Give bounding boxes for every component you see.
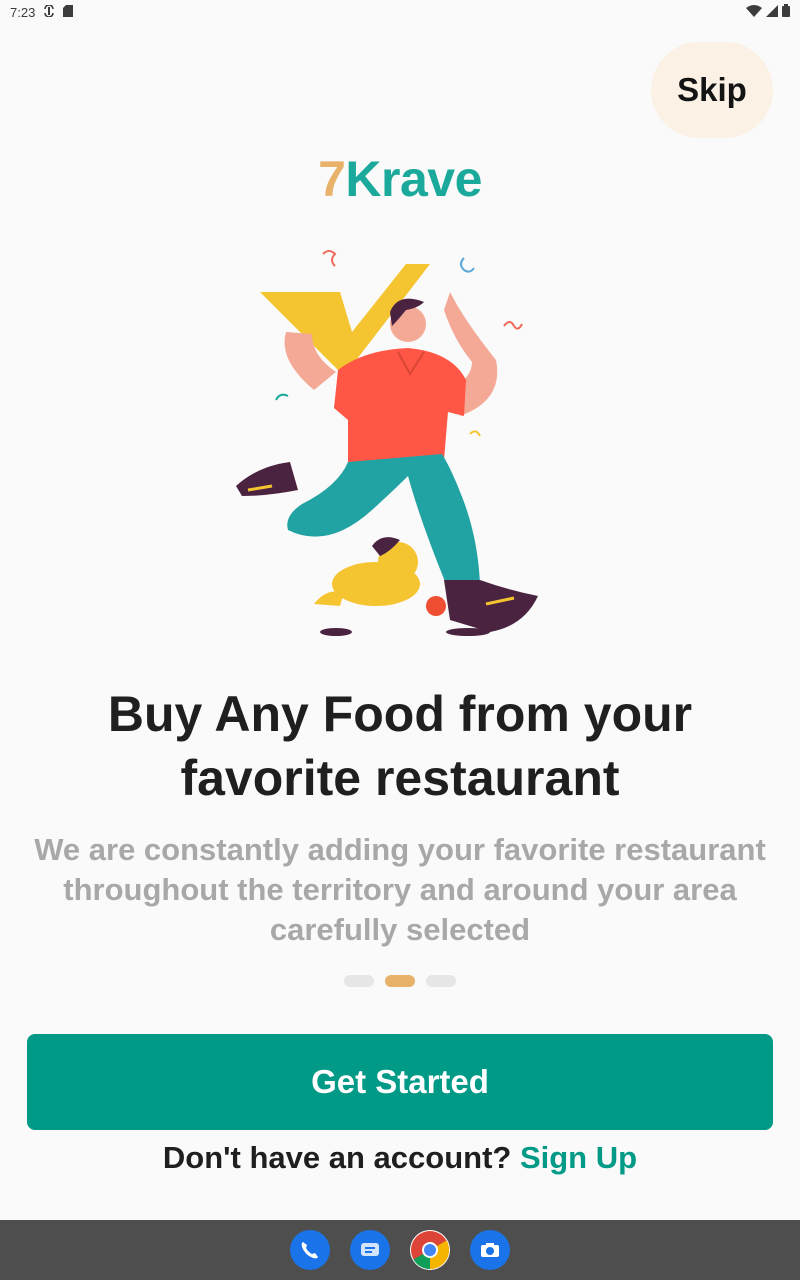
- wifi-icon: [746, 4, 762, 20]
- status-left: 7:23: [10, 3, 74, 20]
- page-dot: [426, 975, 456, 987]
- sync-icon: [43, 3, 55, 20]
- camera-icon[interactable]: [470, 1230, 510, 1270]
- signal-icon: [766, 4, 778, 20]
- status-bar: 7:23: [0, 0, 800, 24]
- phone-icon[interactable]: [290, 1230, 330, 1270]
- app-logo: 7Krave: [0, 150, 800, 208]
- onboarding-illustration: [228, 240, 548, 640]
- sign-up-link[interactable]: Sign Up: [520, 1140, 637, 1175]
- status-time: 7:23: [10, 4, 36, 20]
- page-dot-active: [385, 975, 415, 987]
- logo-seven: 7: [318, 151, 346, 207]
- status-right: [746, 4, 790, 20]
- get-started-button[interactable]: Get Started: [27, 1034, 773, 1130]
- sd-card-icon: [63, 4, 74, 20]
- headline: Buy Any Food from your favorite restaura…: [107, 686, 693, 806]
- dock-bar: [0, 1220, 800, 1280]
- subtext: We are constantly adding your favorite r…: [34, 832, 766, 947]
- signup-prompt: Don't have an account?: [162, 1140, 520, 1175]
- skip-button[interactable]: Skip: [651, 42, 773, 138]
- logo-krave: Krave: [345, 151, 482, 207]
- page-dot: [344, 975, 374, 987]
- chrome-icon[interactable]: [410, 1230, 450, 1270]
- messages-icon[interactable]: [350, 1230, 390, 1270]
- page-indicator: [0, 975, 800, 987]
- signup-row: Don't have an account? Sign Up: [0, 1140, 800, 1176]
- battery-icon: [782, 4, 790, 20]
